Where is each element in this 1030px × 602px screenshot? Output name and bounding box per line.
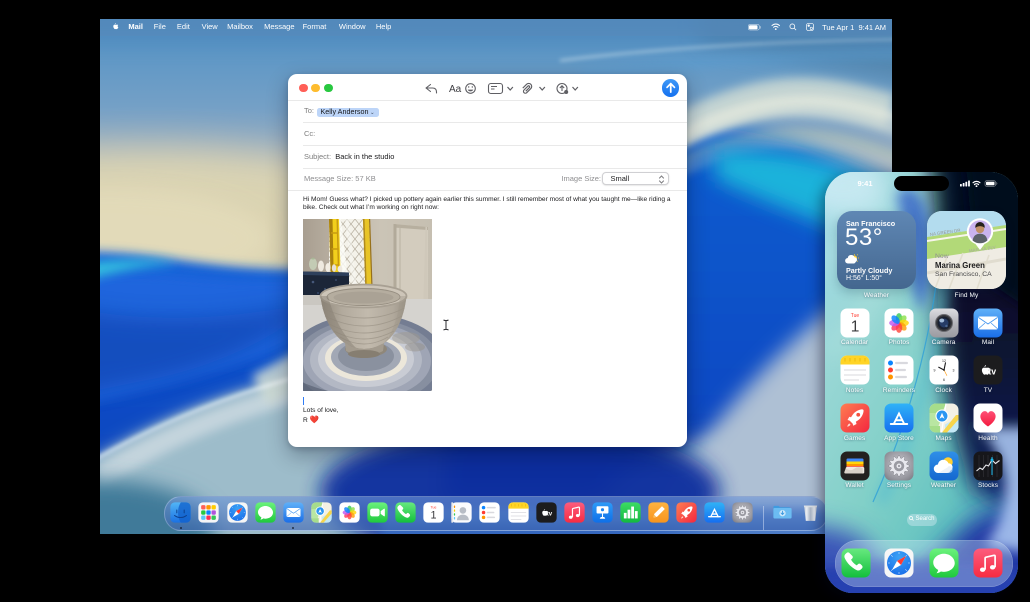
svg-text:Aa: Aa xyxy=(449,84,462,95)
